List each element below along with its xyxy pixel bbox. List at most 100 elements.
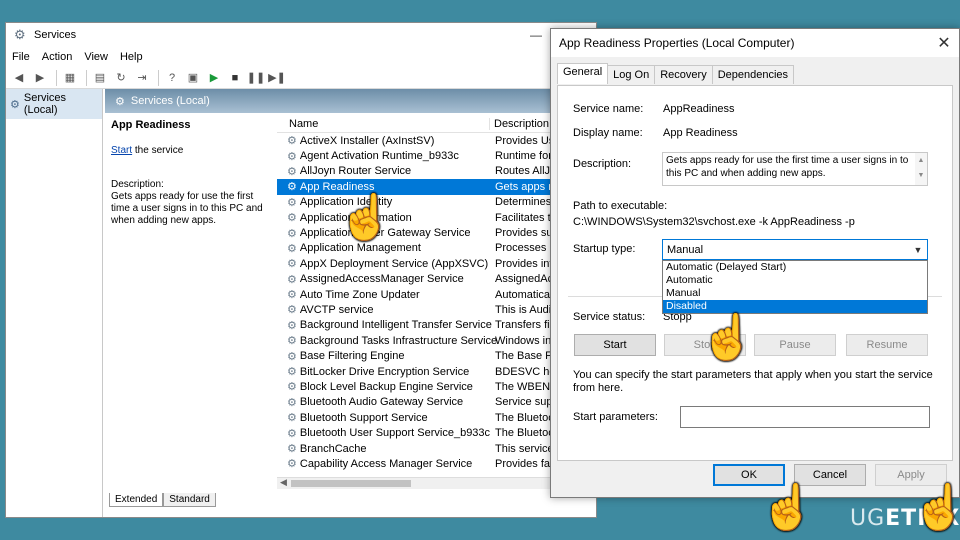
tab-extended[interactable]: Extended — [109, 493, 164, 507]
display-name-value: App Readiness — [663, 127, 738, 139]
restart-icon[interactable]: ▶❚ — [268, 70, 286, 86]
back-arrow-icon[interactable]: ◀ — [10, 70, 28, 86]
pane-header-title: Services (Local) — [130, 95, 210, 107]
description-box[interactable]: Gets apps ready for use the first time a… — [662, 152, 928, 186]
start-button[interactable]: Start — [574, 334, 656, 356]
table-row[interactable]: ⚙ Application Layer Gateway Service Provid… — [277, 225, 596, 240]
service-gear-icon: ⚙ — [287, 258, 297, 271]
column-name[interactable]: Name — [277, 118, 489, 130]
row-name-cell: ⚙ BitLocker Drive Encryption Service — [277, 365, 489, 379]
table-row[interactable]: ⚙ AssignedAccessManager Service AssignedAc… — [277, 272, 596, 287]
row-name-cell: ⚙ AllJoyn Router Service — [277, 165, 489, 178]
startup-type-label: Startup type: — [573, 243, 636, 255]
service-gear-icon: ⚙ — [287, 135, 297, 148]
table-row[interactable]: ⚙ App Readiness Gets apps rea — [277, 179, 596, 195]
startup-type-select[interactable]: Manual ▼ — [662, 239, 928, 260]
menu-file[interactable]: File — [12, 51, 30, 63]
dialog-title: App Readiness Properties (Local Computer… — [559, 36, 795, 50]
view-icon[interactable]: ▣ — [184, 70, 202, 86]
table-row[interactable]: ⚙ Capability Access Manager Service Provid… — [277, 456, 596, 471]
table-row[interactable]: ⚙ AllJoyn Router Service Routes AllJoy — [277, 164, 596, 179]
help-icon[interactable]: ? — [163, 70, 181, 86]
tab-general[interactable]: General — [557, 63, 609, 84]
row-name-cell: ⚙ ActiveX Installer (AxInstSV) — [277, 134, 489, 148]
table-row[interactable]: ⚙ AVCTP service This is Audio — [277, 302, 596, 317]
table-row[interactable]: ⚙ ActiveX Installer (AxInstSV) Provides Us… — [277, 133, 596, 148]
tab-log-on[interactable]: Log On — [607, 65, 656, 84]
option-manual[interactable]: Manual — [663, 287, 927, 300]
row-name-cell: ⚙ Bluetooth User Support Service_b933c — [277, 427, 490, 440]
service-name: AssignedAccessManager Service — [299, 273, 464, 286]
table-row[interactable]: ⚙ Background Tasks Infrastructure Service… — [277, 333, 596, 348]
table-row[interactable]: ⚙ Application Identity Determines a — [277, 195, 596, 210]
table-row[interactable]: ⚙ Block Level Backup Engine Service The WB… — [277, 379, 596, 394]
pause-button[interactable]: Pause — [754, 334, 836, 356]
close-icon[interactable]: ✕ — [929, 33, 959, 53]
service-gear-icon: ⚙ — [287, 350, 297, 363]
export-icon[interactable]: ⇥ — [133, 70, 151, 86]
hand-pointer-icon: ☝ — [338, 193, 393, 242]
service-description: Windows inf — [495, 334, 555, 347]
service-gear-icon: ⚙ — [287, 150, 297, 163]
table-row[interactable]: ⚙ Application Information Facilitates th — [277, 210, 596, 225]
row-name-cell: ⚙ BranchCache — [277, 442, 489, 456]
play-icon[interactable]: ▶ — [205, 70, 223, 86]
service-gear-icon: ⚙ — [287, 366, 297, 379]
menu-action[interactable]: Action — [42, 51, 73, 63]
refresh-icon[interactable]: ↻ — [112, 70, 130, 86]
table-row[interactable]: ⚙ Agent Activation Runtime_b933c Runtime f… — [277, 148, 596, 163]
table-row[interactable]: ⚙ Bluetooth Audio Gateway Service Service … — [277, 395, 596, 410]
tab-dependencies[interactable]: Dependencies — [711, 65, 795, 84]
forward-arrow-icon[interactable]: ▶ — [31, 70, 49, 86]
properties-icon[interactable]: ▤ — [91, 70, 109, 86]
table-row[interactable]: ⚙ BitLocker Drive Encryption Service BDESV… — [277, 364, 596, 379]
column-description[interactable]: Description — [489, 118, 549, 130]
table-row[interactable]: ⚙ Background Intelligent Transfer Service… — [277, 318, 596, 333]
horizontal-scrollbar[interactable]: ◀ — [277, 477, 596, 489]
table-row[interactable]: ⚙ Bluetooth User Support Service_b933c The… — [277, 425, 596, 440]
toolbar-separator — [86, 69, 87, 86]
services-window: ⚙ Services — ☐ File Action View Help ◀ ▶… — [5, 22, 597, 518]
main-pane: ⚙ Services (Local) App Readiness Start t… — [105, 89, 596, 517]
tree-item-label: Services (Local) — [23, 92, 67, 116]
table-row[interactable]: ⚙ Base Filtering Engine The Base Filt — [277, 348, 596, 363]
option-automatic[interactable]: Automatic — [663, 274, 927, 287]
service-name: BitLocker Drive Encryption Service — [299, 365, 470, 378]
scrollbar-thumb[interactable] — [291, 480, 411, 487]
option-disabled[interactable]: Disabled — [663, 300, 927, 313]
menu-help[interactable]: Help — [120, 51, 143, 63]
service-description: Transfers file — [495, 319, 559, 332]
watermark-part-a: UG — [850, 506, 886, 531]
pause-icon[interactable]: ❚❚ — [247, 70, 265, 86]
description-scrollbar[interactable]: ▲ ▼ — [915, 153, 927, 185]
row-name-cell: ⚙ AssignedAccessManager Service — [277, 273, 489, 286]
resume-button[interactable]: Resume — [846, 334, 928, 356]
row-name-cell: ⚙ Bluetooth Support Service — [277, 411, 489, 425]
path-label: Path to executable: — [573, 200, 668, 212]
console-tree-icon[interactable]: ▦ — [61, 70, 79, 86]
stop-icon[interactable]: ■ — [226, 70, 244, 86]
table-row[interactable]: ⚙ AppX Deployment Service (AppXSVC) Provid… — [277, 256, 596, 271]
table-row[interactable]: ⚙ Application Management Processes ins — [277, 241, 596, 256]
scroll-left-icon[interactable]: ◀ — [280, 477, 287, 488]
menu-view[interactable]: View — [84, 51, 108, 63]
tab-standard[interactable]: Standard — [163, 493, 216, 507]
start-params-input[interactable] — [680, 406, 930, 428]
table-row[interactable]: ⚙ Bluetooth Support Service The Bluetoot — [277, 410, 596, 425]
service-name: Base Filtering Engine — [299, 350, 405, 363]
service-name: Capability Access Manager Service — [299, 457, 473, 470]
service-name: Application Management — [299, 242, 421, 255]
start-service-link[interactable]: Start — [111, 145, 132, 156]
table-row[interactable]: ⚙ BranchCache This service c — [277, 441, 596, 456]
table-row[interactable]: ⚙ Auto Time Zone Updater Automaticall — [277, 287, 596, 302]
row-name-cell: ⚙ Agent Activation Runtime_b933c — [277, 150, 489, 163]
service-name: App Readiness — [299, 180, 375, 193]
row-name-cell: ⚙ Background Tasks Infrastructure Service — [277, 334, 497, 348]
tab-recovery[interactable]: Recovery — [654, 65, 713, 84]
option-automatic-delayed[interactable]: Automatic (Delayed Start) — [663, 261, 927, 274]
tree-item-services-local[interactable]: ⚙ Services (Local) — [6, 89, 102, 119]
service-gear-icon: ⚙ — [287, 319, 297, 332]
menu-bar: File Action View Help — [6, 47, 596, 67]
detail-start-line: Start the service — [111, 145, 269, 157]
hand-pointer-icon: ☝ — [912, 483, 960, 532]
